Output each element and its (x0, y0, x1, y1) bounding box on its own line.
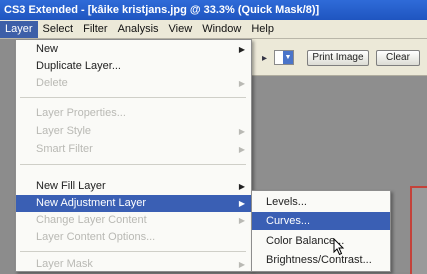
menu-item-new-fill-layer-label: New Fill Layer (36, 180, 106, 192)
clear-label: Clear (386, 52, 410, 63)
adjustment-layer-submenu: Levels... Curves... Color Balance... Bri… (251, 190, 391, 272)
menu-analysis[interactable]: Analysis (113, 21, 164, 38)
menu-item-change-layer-content-label: Change Layer Content (36, 214, 147, 226)
clear-button[interactable]: Clear (376, 50, 420, 66)
menu-item-new-label: New (36, 43, 59, 55)
menu-item-new-adjustment-layer[interactable]: New Adjustment Layer ▶ (16, 195, 251, 212)
submenu-arrow-icon: ▶ (238, 216, 245, 225)
submenu-item-levels-label: Levels... (266, 196, 307, 208)
submenu-item-brightness-contrast-label: Brightness/Contrast... (266, 254, 372, 266)
submenu-arrow-icon: ▶ (238, 145, 245, 154)
submenu-item-curves[interactable]: Curves... (252, 212, 390, 230)
menu-item-layer-style: Layer Style ▶ (16, 123, 251, 140)
options-bar: ▸ ▼ Print Image Clear (252, 39, 427, 76)
menu-item-new[interactable]: New ▶ (16, 41, 251, 58)
submenu-item-curves-label: Curves... (266, 215, 311, 227)
document-window-edge (410, 186, 427, 274)
submenu-arrow-icon: ▶ (238, 127, 245, 136)
menu-item-duplicate-layer-label: Duplicate Layer... (36, 60, 121, 72)
menu-item-layer-properties: Layer Properties... (16, 105, 251, 122)
submenu-arrow-icon: ▶ (238, 199, 245, 208)
menu-item-delete-label: Delete (36, 77, 68, 89)
menu-item-layer-content-options-label: Layer Content Options... (36, 231, 156, 243)
submenu-item-levels[interactable]: Levels... (252, 193, 390, 211)
menu-filter[interactable]: Filter (78, 21, 112, 38)
chevron-down-icon: ▼ (283, 51, 293, 64)
window-title-bar: CS3 Extended - [kâike kristjans.jpg @ 33… (0, 0, 427, 20)
menu-item-new-fill-layer[interactable]: New Fill Layer ▶ (16, 178, 251, 195)
menu-window[interactable]: Window (197, 21, 246, 38)
mouse-pointer-icon (333, 238, 345, 256)
submenu-arrow-icon: ▶ (238, 260, 245, 269)
menu-item-layer-mask: Layer Mask ▶ (16, 256, 251, 273)
submenu-arrow-icon: ▶ (238, 79, 245, 88)
menu-item-layer-properties-label: Layer Properties... (36, 107, 126, 119)
menu-item-change-layer-content: Change Layer Content ▶ (16, 212, 251, 229)
menu-separator (20, 97, 246, 98)
menu-layer[interactable]: Layer (0, 21, 38, 38)
submenu-item-brightness-contrast[interactable]: Brightness/Contrast... (252, 251, 390, 269)
view-select[interactable]: ▼ (274, 50, 294, 65)
print-image-button[interactable]: Print Image (307, 50, 369, 66)
menu-help[interactable]: Help (246, 21, 279, 38)
menu-select[interactable]: Select (38, 21, 79, 38)
menu-view[interactable]: View (164, 21, 198, 38)
submenu-arrow-icon: ▶ (238, 182, 245, 191)
window-title: CS3 Extended - [kâike kristjans.jpg @ 33… (4, 4, 320, 16)
zoom-arrow-icon: ▸ (262, 53, 268, 64)
menu-item-smart-filter: Smart Filter ▶ (16, 141, 251, 158)
menu-item-layer-content-options: Layer Content Options... (16, 229, 251, 246)
submenu-item-color-balance[interactable]: Color Balance... (252, 232, 390, 250)
menu-separator (20, 251, 246, 252)
print-image-label: Print Image (312, 52, 364, 63)
layer-menu-dropdown: New ▶ Duplicate Layer... Delete ▶ Layer … (15, 39, 252, 272)
menu-item-layer-mask-label: Layer Mask (36, 258, 93, 270)
menu-item-new-adjustment-layer-label: New Adjustment Layer (36, 197, 147, 209)
menu-item-duplicate-layer[interactable]: Duplicate Layer... (16, 58, 251, 75)
submenu-arrow-icon: ▶ (238, 45, 245, 54)
menu-bar: Layer Select Filter Analysis View Window Help (0, 20, 427, 39)
menu-separator (20, 164, 246, 165)
menu-item-delete: Delete ▶ (16, 75, 251, 92)
menu-item-layer-style-label: Layer Style (36, 125, 92, 137)
menu-item-smart-filter-label: Smart Filter (36, 143, 93, 155)
